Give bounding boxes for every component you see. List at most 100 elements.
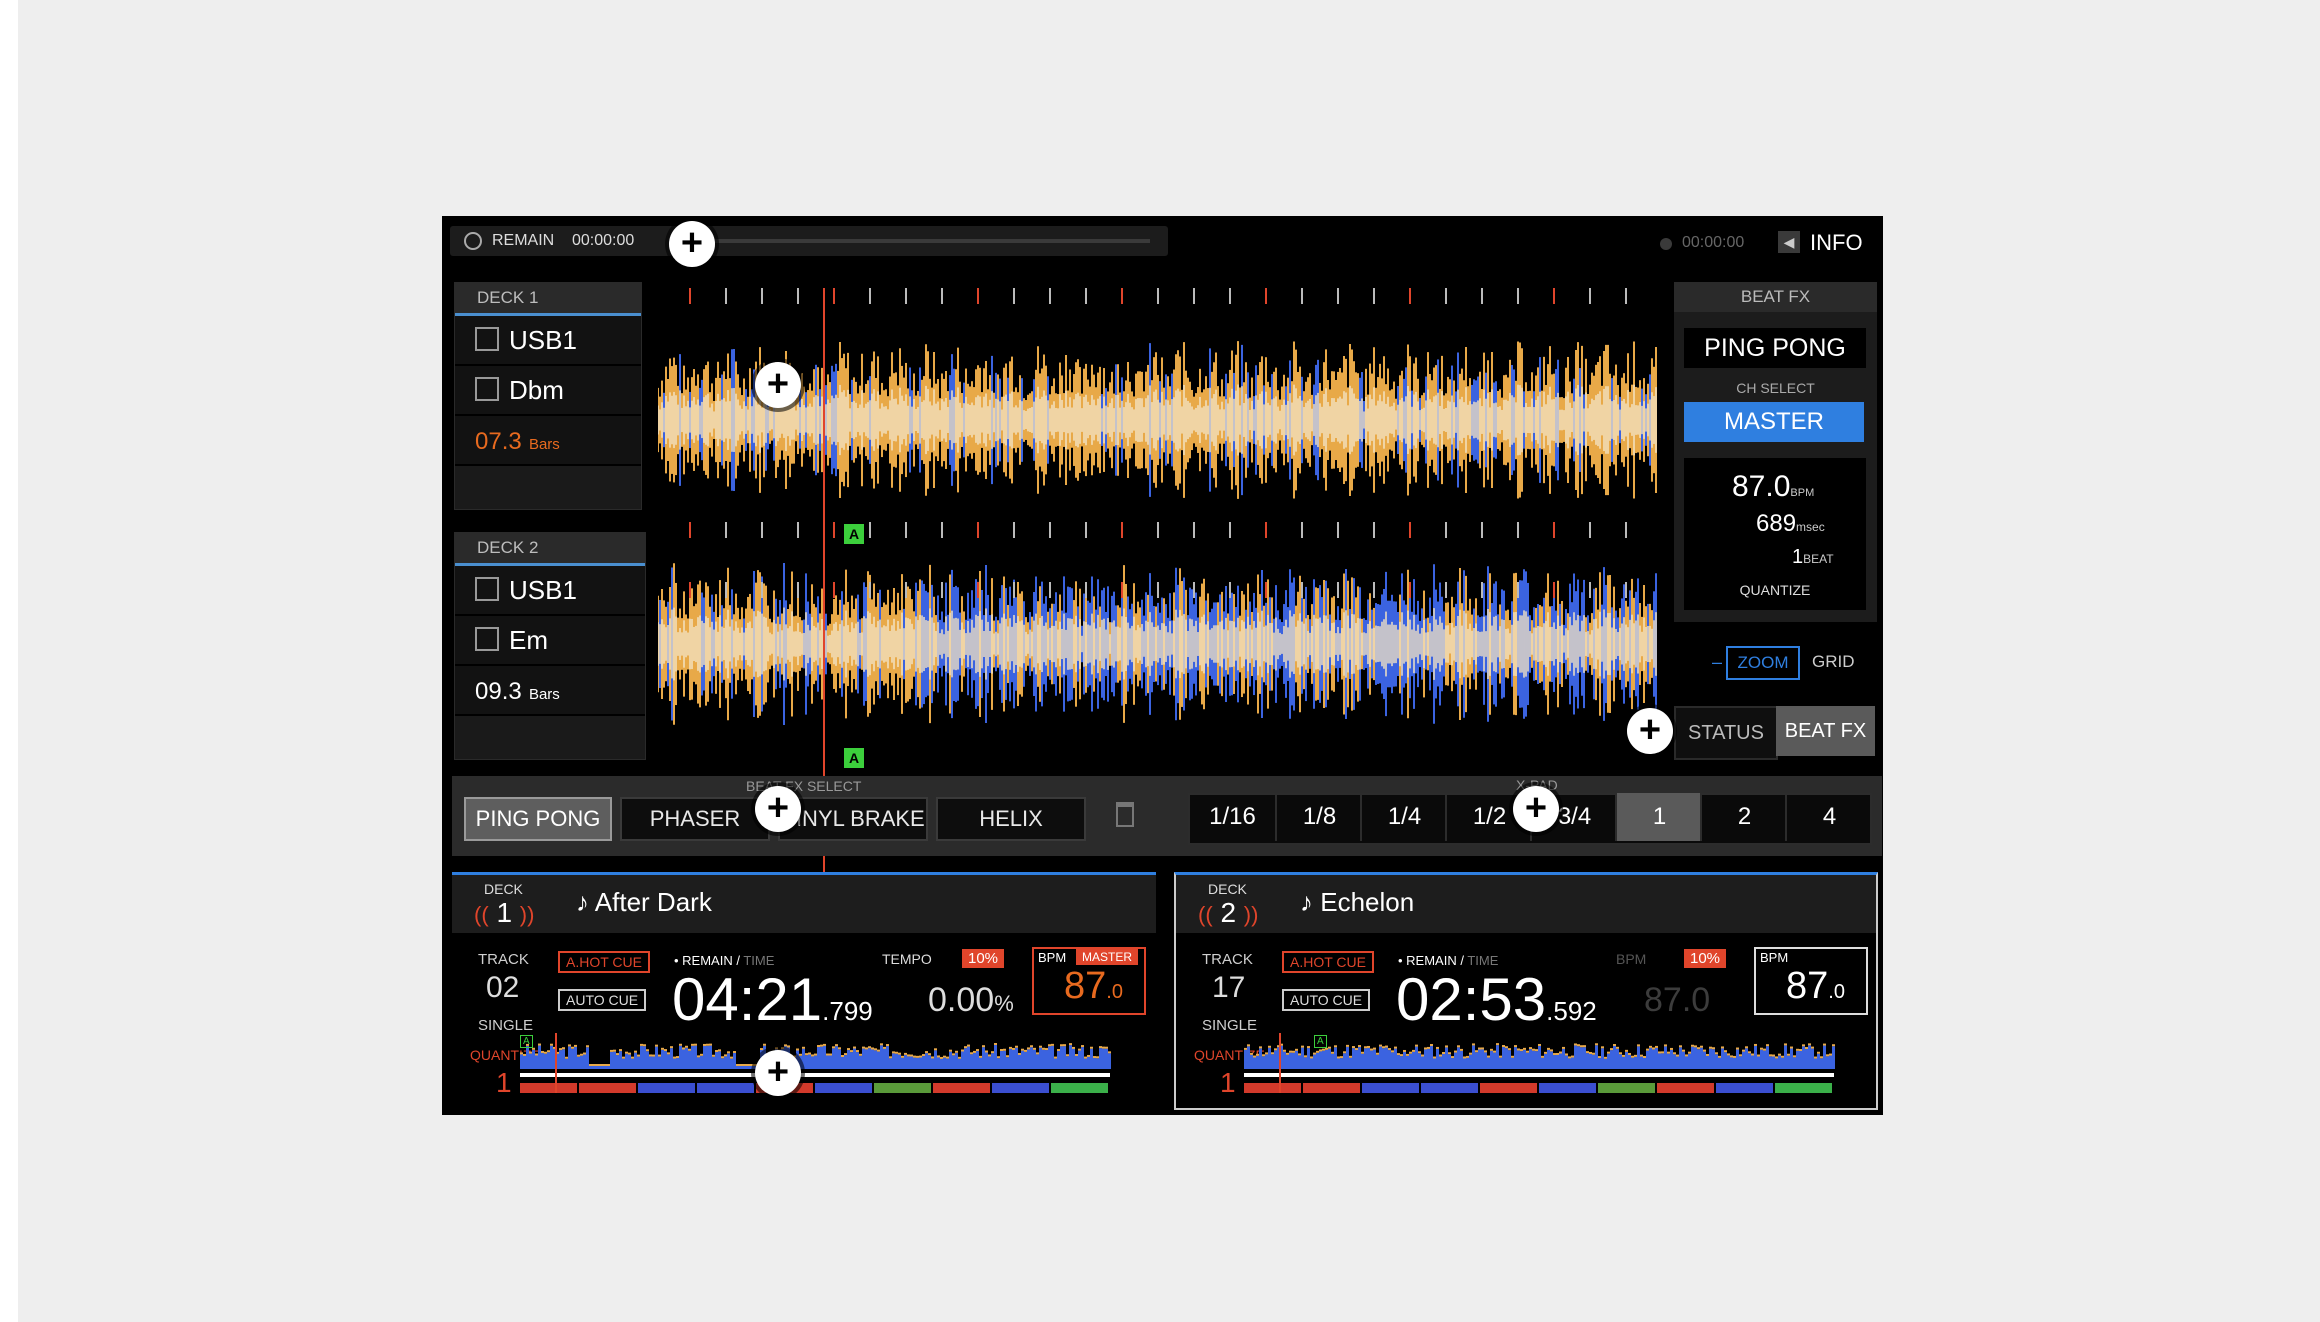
hotspot-add-button[interactable]: +: [755, 1050, 801, 1096]
overview-bar: [1295, 1050, 1298, 1069]
overview-bar-top: [640, 1043, 643, 1046]
overview-bar: [1048, 1046, 1051, 1069]
remain-progress[interactable]: REMAIN 00:00:00: [450, 226, 1168, 256]
x-pad-beat-2[interactable]: 2: [1700, 793, 1787, 841]
overview-bar: [919, 1057, 922, 1069]
overview-bar-top: [529, 1051, 532, 1054]
player2-tempo-range[interactable]: 10%: [1684, 949, 1727, 968]
hotspot-add-button[interactable]: +: [1513, 786, 1559, 832]
overview-bar-top: [1814, 1056, 1817, 1059]
overview-bar-top: [544, 1051, 547, 1054]
deck2-source[interactable]: USB1: [455, 566, 645, 616]
overview-bar-top: [1009, 1046, 1012, 1049]
info-button[interactable]: INFO: [1810, 230, 1863, 256]
overview-bar: [1541, 1057, 1544, 1069]
overview-bar: [580, 1055, 583, 1069]
overview-bar-top: [661, 1047, 664, 1050]
trash-icon[interactable]: [1116, 802, 1134, 827]
deck1-key-label: Dbm: [509, 375, 564, 405]
ch-select-button[interactable]: MASTER: [1684, 402, 1864, 442]
status-tab[interactable]: STATUS: [1674, 706, 1778, 760]
overview-bar: [706, 1045, 709, 1069]
hotspot-add-button[interactable]: +: [1627, 708, 1673, 754]
overview-bar: [1262, 1056, 1265, 1069]
fx-option-helix[interactable]: HELIX: [936, 797, 1086, 841]
x-pad-beat-1-4[interactable]: 1/4: [1360, 793, 1447, 841]
overview-bar-top: [1586, 1051, 1589, 1054]
overview-bar: [1379, 1046, 1382, 1069]
overview-bar: [604, 1066, 607, 1069]
overview-bar-top: [1787, 1053, 1790, 1056]
overview-bar: [1373, 1049, 1376, 1069]
x-pad-beat-1-16[interactable]: 1/16: [1190, 793, 1275, 841]
info-arrow-icon[interactable]: ◀: [1778, 231, 1800, 253]
overview-bar-top: [643, 1044, 646, 1047]
overview-bar-top: [1796, 1048, 1799, 1051]
overview-bar: [727, 1053, 730, 1069]
hotspot-add-button[interactable]: +: [669, 221, 715, 267]
beatfx-effect-name[interactable]: PING PONG: [1684, 328, 1866, 368]
overview-bar-top: [841, 1055, 844, 1058]
overview-bar-top: [1595, 1043, 1598, 1046]
overview-bar: [838, 1049, 841, 1069]
overview-bar: [1613, 1045, 1616, 1069]
overview-bar-top: [1087, 1054, 1090, 1057]
overview-bar-top: [964, 1046, 967, 1049]
player1-play-mode: SINGLE: [478, 1017, 534, 1034]
overview-bar: [913, 1057, 916, 1069]
overview-bar: [1823, 1045, 1826, 1069]
overview-bar: [1763, 1050, 1766, 1069]
beatfx-tab[interactable]: BEAT FX: [1776, 706, 1875, 756]
overview-bar: [1072, 1048, 1075, 1069]
overview-bar: [1439, 1056, 1442, 1069]
overview-bar-top: [1634, 1054, 1637, 1057]
zoom-minus[interactable]: –: [1712, 652, 1722, 673]
overview-bar-top: [1820, 1056, 1823, 1059]
overview-bar: [910, 1056, 913, 1069]
player1-hot-cue[interactable]: A.HOT CUE: [558, 951, 650, 973]
player1-deck-num: 1: [496, 897, 513, 928]
overview-bar: [565, 1058, 568, 1069]
overview-bar: [607, 1066, 610, 1069]
overview-bar: [712, 1056, 715, 1069]
player1-auto-cue[interactable]: AUTO CUE: [558, 989, 647, 1011]
fx-option-ping-pong[interactable]: PING PONG: [464, 797, 612, 841]
zoom-button[interactable]: ZOOM: [1726, 646, 1800, 680]
overview-bar-top: [967, 1044, 970, 1047]
x-pad-beat-1-8[interactable]: 1/8: [1275, 793, 1362, 841]
overview-bar-top: [1057, 1049, 1060, 1052]
overview-bar: [1619, 1054, 1622, 1069]
beatfx-beat-value: 1: [1792, 546, 1804, 568]
grid-button[interactable]: GRID: [1812, 652, 1855, 672]
deck2-bars-unit: Bars: [528, 686, 560, 703]
overview-bar-top: [1045, 1048, 1048, 1051]
x-pad-beat-4[interactable]: 4: [1785, 793, 1872, 841]
overview-bar: [811, 1056, 814, 1069]
overview-bar-top: [1532, 1048, 1535, 1051]
player2-overview-waveform[interactable]: [1244, 1033, 1874, 1105]
overview-bar: [1051, 1045, 1054, 1069]
player2-hot-cue[interactable]: A.HOT CUE: [1282, 951, 1374, 973]
overview-bar-top: [1733, 1055, 1736, 1058]
x-pad-beat-1[interactable]: 1: [1615, 793, 1702, 841]
hotspot-add-button[interactable]: +: [755, 786, 801, 832]
overview-bar-top: [1373, 1047, 1376, 1050]
overview-bar-top: [1000, 1049, 1003, 1052]
player2-auto-cue[interactable]: AUTO CUE: [1282, 989, 1371, 1011]
overview-bar-top: [1526, 1050, 1529, 1053]
overview-bar-top: [961, 1049, 964, 1052]
overview-bar: [868, 1048, 871, 1069]
overview-bar: [1340, 1058, 1343, 1069]
beatfx-bpm: 87.0BPM: [1732, 470, 1814, 504]
player1-overview-waveform[interactable]: [520, 1033, 1150, 1105]
player1-tempo-range[interactable]: 10%: [962, 949, 1005, 968]
player2-bpm-dec: .0: [1828, 981, 1845, 1003]
overview-bar-top: [670, 1046, 673, 1049]
deck1-source[interactable]: USB1: [455, 316, 641, 366]
phrase-segment: [697, 1083, 754, 1093]
overview-bar-top: [538, 1043, 541, 1046]
fx-option-phaser[interactable]: PHASER: [620, 797, 770, 841]
overview-bar: [1265, 1054, 1268, 1069]
overview-bar-top: [727, 1051, 730, 1054]
hotspot-add-button[interactable]: +: [755, 362, 801, 408]
